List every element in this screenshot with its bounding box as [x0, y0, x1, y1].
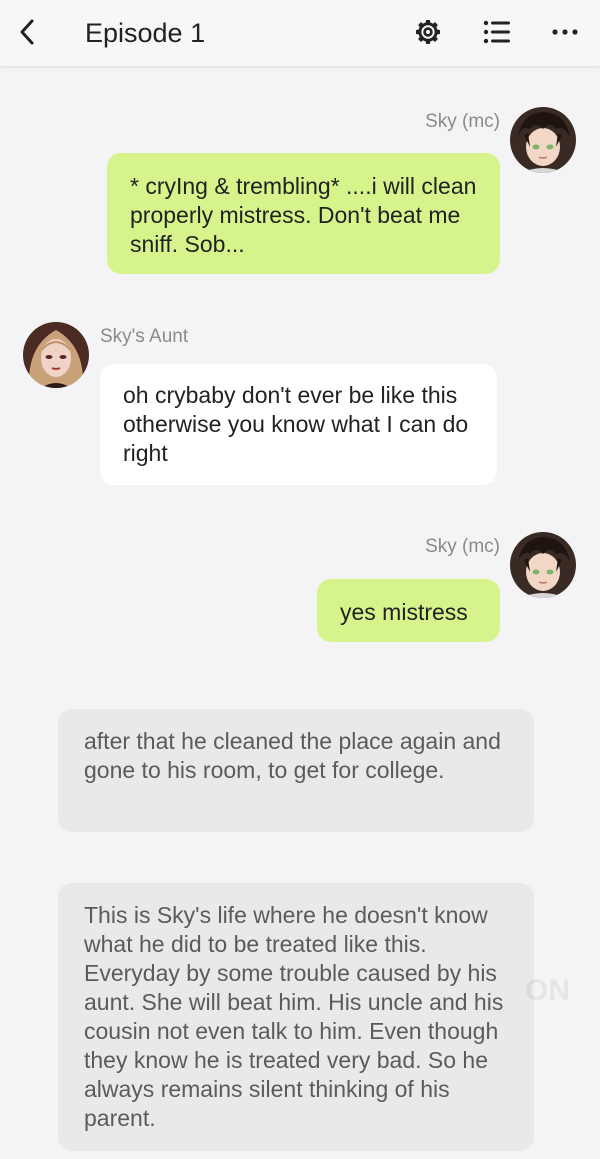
more-icon	[552, 29, 578, 35]
list-button[interactable]	[479, 14, 515, 50]
gear-icon	[416, 20, 440, 44]
top-bar: Episode 1	[0, 0, 600, 66]
more-button[interactable]	[547, 14, 583, 50]
message-bubble-theirs[interactable]: oh crybaby don't ever be like this other…	[100, 364, 497, 485]
sender-name: Sky (mc)	[425, 111, 500, 132]
sender-name: Sky's Aunt	[100, 326, 189, 347]
sky-avatar[interactable]	[510, 532, 576, 598]
sky-avatar[interactable]	[510, 107, 576, 173]
sender-name: Sky (mc)	[425, 536, 500, 557]
back-icon	[20, 19, 34, 45]
narration-bubble[interactable]: after that he cleaned the place again an…	[58, 709, 534, 832]
settings-button[interactable]	[410, 14, 446, 50]
episode-title: Episode 1	[85, 18, 206, 48]
back-button[interactable]	[10, 14, 44, 50]
narration-bubble[interactable]: This is Sky's life where he doesn't know…	[58, 883, 534, 1151]
list-icon	[483, 20, 510, 44]
chat-area[interactable]: Sky (mc) * cryIng & trembling* ....i wil…	[0, 66, 600, 1159]
aunt-avatar[interactable]	[23, 322, 89, 388]
message-bubble-mine[interactable]: * cryIng & trembling* ....i will clean p…	[107, 153, 500, 274]
message-bubble-mine[interactable]: yes mistress	[317, 579, 500, 642]
